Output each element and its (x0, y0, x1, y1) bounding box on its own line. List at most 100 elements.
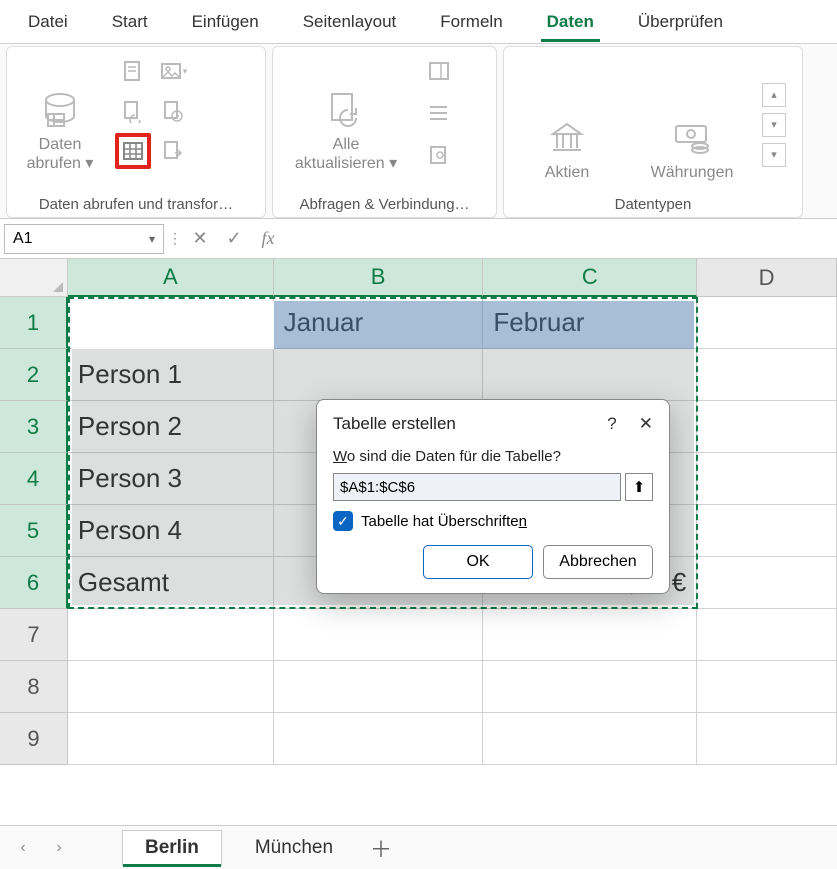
dialog-help-button[interactable]: ? (607, 414, 616, 434)
cell-D6[interactable] (697, 557, 837, 609)
chevron-down-icon: ▾ (149, 232, 155, 246)
tab-seitenlayout[interactable]: Seitenlayout (283, 2, 417, 42)
cancel-button[interactable]: Abbrechen (543, 545, 653, 579)
row-header-5[interactable]: 5 (0, 505, 68, 557)
from-text-csv-button[interactable] (115, 53, 151, 89)
gallery-more-button[interactable]: ▾ (762, 143, 786, 167)
row-header-1[interactable]: 1 (0, 297, 68, 349)
cell-A7[interactable] (68, 609, 274, 661)
from-other-button[interactable] (155, 133, 191, 169)
gallery-down-button[interactable]: ▾ (762, 113, 786, 137)
spreadsheet-grid: A B C D 1 Januar Februar 2 Person 1 3 Pe… (0, 259, 837, 765)
formula-bar: A1 ▾ ⋮ ✕ ✓ fx (0, 219, 837, 259)
gallery-up-button[interactable]: ▴ (762, 83, 786, 107)
cell-D1[interactable] (697, 297, 837, 349)
group-label-datatypes: Datentypen (512, 192, 794, 213)
headers-checkbox[interactable]: ✓ (333, 511, 353, 531)
file-clock-icon (161, 99, 185, 123)
currencies-label: Währungen (651, 164, 734, 182)
tab-formeln[interactable]: Formeln (420, 2, 522, 42)
money-icon (672, 118, 712, 158)
fx-button[interactable]: fx (254, 225, 282, 253)
cell-D8[interactable] (697, 661, 837, 713)
cell-C1[interactable]: Februar (483, 297, 697, 349)
cell-C9[interactable] (483, 713, 697, 765)
get-data-button[interactable]: Daten abrufen ▾ (15, 53, 105, 173)
cell-D9[interactable] (697, 713, 837, 765)
cell-A1[interactable] (68, 297, 274, 349)
headers-checkbox-label: Tabelle hat Überschriften (361, 513, 527, 530)
row-header-3[interactable]: 3 (0, 401, 68, 453)
col-header-D[interactable]: D (697, 259, 837, 297)
row-header-7[interactable]: 7 (0, 609, 68, 661)
row-header-9[interactable]: 9 (0, 713, 68, 765)
col-header-C[interactable]: C (483, 259, 697, 297)
recent-sources-button[interactable] (155, 93, 191, 129)
currencies-button[interactable]: Währungen (632, 63, 752, 183)
ribbon-group-datatypes: Aktien Währungen ▴ ▾ ▾ Datentypen (503, 46, 803, 218)
row-header-2[interactable]: 2 (0, 349, 68, 401)
tab-daten[interactable]: Daten (527, 2, 614, 42)
photo-icon (159, 59, 183, 83)
dialog-title: Tabelle erstellen (333, 414, 456, 434)
cell-A3[interactable]: Person 2 (68, 401, 274, 453)
cell-D3[interactable] (697, 401, 837, 453)
sheet-tab-muenchen[interactable]: München (232, 830, 356, 866)
enter-formula-button[interactable]: ✓ (220, 225, 248, 253)
queries-connections-button[interactable] (421, 53, 457, 89)
dialog-range-input[interactable] (333, 473, 621, 501)
refresh-all-button[interactable]: Alle aktualisieren ▾ (281, 53, 411, 173)
panel-icon (427, 59, 451, 83)
from-web-button[interactable]: ▾ (155, 53, 191, 89)
collapse-dialog-button[interactable]: ⬆ (625, 473, 653, 501)
cell-B8[interactable] (274, 661, 484, 713)
name-box[interactable]: A1 ▾ (4, 224, 164, 254)
col-header-A[interactable]: A (68, 259, 274, 297)
cell-B9[interactable] (274, 713, 484, 765)
cell-A9[interactable] (68, 713, 274, 765)
cell-A8[interactable] (68, 661, 274, 713)
sheet-tab-berlin[interactable]: Berlin (122, 830, 222, 866)
cell-A2[interactable]: Person 1 (68, 349, 274, 401)
tab-datei[interactable]: Datei (8, 2, 88, 42)
cell-C2[interactable] (483, 349, 697, 401)
select-all-corner[interactable] (0, 259, 68, 297)
ok-button[interactable]: OK (423, 545, 533, 579)
dialog-close-button[interactable]: ✕ (639, 414, 653, 434)
cell-B2[interactable] (274, 349, 484, 401)
cell-A6[interactable]: Gesamt (68, 557, 274, 609)
cell-D5[interactable] (697, 505, 837, 557)
existing-connections-button[interactable] (115, 93, 151, 129)
formula-input[interactable] (288, 224, 833, 254)
row-header-4[interactable]: 4 (0, 453, 68, 505)
ribbon-group-queries: Alle aktualisieren ▾ Abfragen & Verbindu… (272, 46, 497, 218)
from-table-range-button[interactable] (115, 133, 151, 169)
cell-B7[interactable] (274, 609, 484, 661)
row-header-8[interactable]: 8 (0, 661, 68, 713)
cell-C8[interactable] (483, 661, 697, 713)
file-arrow-icon (161, 139, 185, 163)
tab-ueberpruefen[interactable]: Überprüfen (618, 2, 743, 42)
cell-C7[interactable] (483, 609, 697, 661)
sheet-next-button[interactable]: › (46, 835, 72, 861)
cancel-formula-button[interactable]: ✕ (186, 225, 214, 253)
tab-einfuegen[interactable]: Einfügen (172, 2, 279, 42)
file-cycle-icon (121, 99, 145, 123)
edit-links-button[interactable] (421, 137, 457, 173)
col-header-B[interactable]: B (274, 259, 484, 297)
stocks-button[interactable]: Aktien (512, 63, 622, 183)
tab-start[interactable]: Start (92, 2, 168, 42)
cell-D2[interactable] (697, 349, 837, 401)
stocks-label: Aktien (545, 164, 589, 182)
cell-D4[interactable] (697, 453, 837, 505)
refresh-label2: aktualisieren ▾ (295, 155, 397, 173)
cell-D7[interactable] (697, 609, 837, 661)
sheet-prev-button[interactable]: ‹ (10, 835, 36, 861)
properties-button[interactable] (421, 95, 457, 131)
add-sheet-button[interactable]: ＋ (366, 833, 396, 863)
cell-B1[interactable]: Januar (274, 297, 484, 349)
row-header-6[interactable]: 6 (0, 557, 68, 609)
refresh-icon (326, 90, 366, 130)
cell-A4[interactable]: Person 3 (68, 453, 274, 505)
cell-A5[interactable]: Person 4 (68, 505, 274, 557)
